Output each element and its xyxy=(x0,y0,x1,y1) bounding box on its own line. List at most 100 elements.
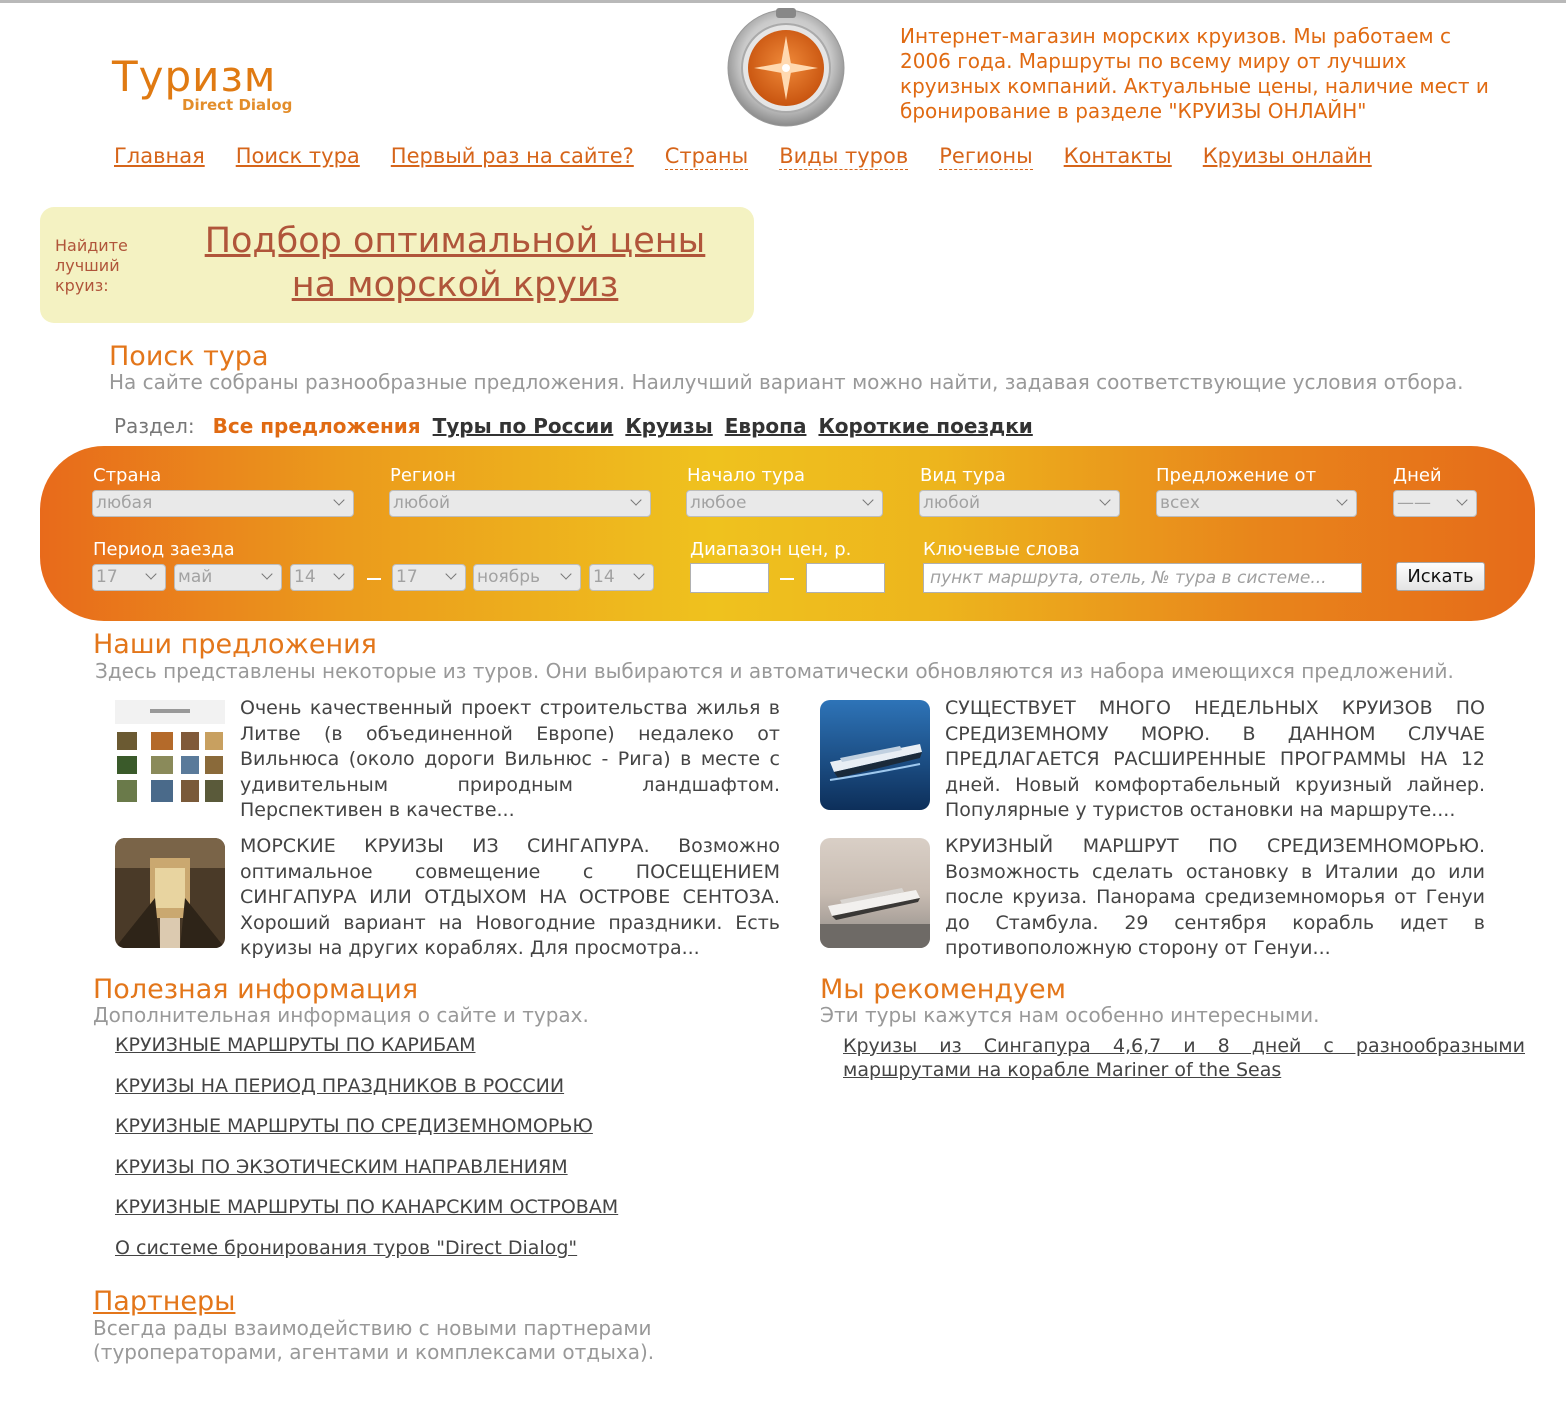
nav-tour-types[interactable]: Виды туров xyxy=(779,144,909,170)
partners-title[interactable]: Партнеры xyxy=(93,1286,235,1317)
main-nav: Главная Поиск тура Первый раз на сайте? … xyxy=(114,144,1403,170)
days-select[interactable]: —— xyxy=(1393,490,1477,517)
chevron-down-icon xyxy=(261,568,273,580)
top-border xyxy=(0,0,1566,3)
chevron-down-icon xyxy=(333,494,345,506)
search-section-title: Поиск тура xyxy=(109,341,269,372)
chevron-down-icon xyxy=(633,568,645,580)
nav-cruises-online[interactable]: Круизы онлайн xyxy=(1203,144,1372,170)
tour-type-value: любой xyxy=(923,493,981,513)
nav-tour-search[interactable]: Поиск тура xyxy=(236,144,360,170)
country-select[interactable]: любая xyxy=(92,490,354,517)
link-canary-cruises[interactable]: КРУИЗНЫЕ МАРШРУТЫ ПО КАНАРСКИМ ОСТРОВАМ xyxy=(115,1196,618,1218)
period-to-day-select[interactable]: 17 xyxy=(392,564,466,591)
days-label: Дней xyxy=(1393,465,1442,486)
keywords-label: Ключевые слова xyxy=(923,539,1080,560)
link-caribbean-cruises[interactable]: КРУИЗНЫЕ МАРШРУТЫ ПО КАРИБАМ xyxy=(115,1034,476,1056)
partners-subtitle-line2: (туроператорами, агентами и комплексами … xyxy=(93,1340,655,1364)
tour-type-label: Вид тура xyxy=(920,465,1006,486)
keywords-input[interactable]: пункт маршрута, отель, № тура в системе.… xyxy=(923,563,1362,593)
recommend-subtitle: Эти туры кажутся нам особенно интересным… xyxy=(820,1003,1320,1027)
period-dash xyxy=(367,578,381,580)
offer-thumbnail xyxy=(115,700,225,810)
chevron-down-icon xyxy=(1336,494,1348,506)
offers-section-subtitle: Здесь представлены некоторые из туров. О… xyxy=(95,659,1454,683)
period-from-month-select[interactable]: май xyxy=(174,564,282,591)
days-value: —— xyxy=(1397,493,1431,513)
logo-title: Туризм xyxy=(112,52,277,101)
nav-first-time[interactable]: Первый раз на сайте? xyxy=(391,144,634,170)
chevron-down-icon xyxy=(862,494,874,506)
tabs-label: Раздел: xyxy=(114,414,195,438)
search-button[interactable]: Искать xyxy=(1396,562,1485,591)
tab-cruises[interactable]: Круизы xyxy=(625,414,712,438)
tour-start-label: Начало тура xyxy=(687,465,806,486)
tab-russia-tours[interactable]: Туры по России xyxy=(433,414,614,438)
country-value: любая xyxy=(96,493,153,513)
offer-description: МОРСКИЕ КРУИЗЫ ИЗ СИНГАПУРА. Возможно оп… xyxy=(240,835,780,959)
offer-from-select[interactable]: всех xyxy=(1156,490,1357,517)
offers-section-title: Наши предложения xyxy=(93,629,377,660)
recommend-title: Мы рекомендуем xyxy=(820,974,1067,1005)
tab-europe[interactable]: Европа xyxy=(725,414,807,438)
price-dash xyxy=(780,578,794,580)
chevron-down-icon xyxy=(145,568,157,580)
chevron-down-icon xyxy=(630,494,642,506)
chevron-down-icon xyxy=(333,568,345,580)
cruise-ship-image xyxy=(820,838,930,948)
country-label: Страна xyxy=(93,465,162,486)
period-to-day-value: 17 xyxy=(396,567,418,587)
logo-subtitle: Direct Dialog xyxy=(182,96,293,114)
offer-description: КРУИЗНЫЙ МАРШРУТ ПО СРЕДИЗЕМНОМОРЬЮ. Воз… xyxy=(945,835,1485,959)
chevron-down-icon xyxy=(445,568,457,580)
useful-info-subtitle: Дополнительная информация о сайте и тура… xyxy=(93,1003,589,1027)
period-label: Период заезда xyxy=(93,539,235,560)
offer-description: СУЩЕСТВУЕТ МНОГО НЕДЕЛЬНЫХ КРУИЗОВ ПО СР… xyxy=(945,697,1485,821)
period-from-month-value: май xyxy=(178,567,213,587)
section-tabs: Раздел: Все предложения Туры по России К… xyxy=(114,414,1045,438)
promo-label: Найдите лучший круиз: xyxy=(55,236,128,295)
period-to-year-value: 14 xyxy=(593,567,615,587)
tab-all-offers[interactable]: Все предложения xyxy=(213,414,421,438)
nav-home[interactable]: Главная xyxy=(114,144,205,170)
chevron-down-icon xyxy=(1456,494,1468,506)
period-from-year-select[interactable]: 14 xyxy=(290,564,354,591)
region-value: любой xyxy=(393,493,451,513)
nav-contacts[interactable]: Контакты xyxy=(1064,144,1172,170)
compass-icon xyxy=(727,8,845,127)
promo-box: Найдите лучший круиз: Подбор оптимальной… xyxy=(40,207,754,323)
useful-info-title: Полезная информация xyxy=(93,974,419,1005)
link-holiday-cruises-russia[interactable]: КРУИЗЫ НА ПЕРИОД ПРАЗДНИКОВ В РОССИИ xyxy=(115,1075,564,1097)
promo-link-line1: Подбор оптимальной цены xyxy=(204,221,706,261)
header-description: Интернет-магазин морских круизов. Мы раб… xyxy=(900,24,1489,123)
link-exotic-cruises[interactable]: КРУИЗЫ ПО ЭКЗОТИЧЕСКИМ НАПРАВЛЕНИЯМ xyxy=(115,1156,568,1178)
offer-description: Очень качественный проект строительства … xyxy=(240,697,780,821)
nav-countries[interactable]: Страны xyxy=(664,144,749,170)
region-label: Регион xyxy=(390,465,456,486)
offer-from-value: всех xyxy=(1160,493,1200,513)
offer-from-label: Предложение от xyxy=(1156,465,1317,486)
period-to-year-select[interactable]: 14 xyxy=(589,564,654,591)
tour-type-select[interactable]: любой xyxy=(919,490,1120,517)
period-from-year-value: 14 xyxy=(294,567,316,587)
nav-regions[interactable]: Регионы xyxy=(939,144,1033,170)
period-from-day-select[interactable]: 17 xyxy=(92,564,166,591)
tab-short-trips[interactable]: Короткие поездки xyxy=(818,414,1032,438)
promo-cruise-price-link[interactable]: Подбор оптимальной цены на морской круиз xyxy=(200,219,710,307)
region-select[interactable]: любой xyxy=(389,490,651,517)
tour-start-value: любое xyxy=(690,493,747,513)
partners-subtitle-line1: Всегда рады взаимодействию с новыми парт… xyxy=(93,1316,652,1340)
link-mediterranean-routes[interactable]: КРУИЗНЫЕ МАРШРУТЫ ПО СРЕДИЗЕМНОМОРЬЮ xyxy=(115,1115,593,1137)
search-section-subtitle: На сайте собраны разнообразные предложен… xyxy=(109,370,1464,394)
tour-start-select[interactable]: любое xyxy=(686,490,883,517)
price-to-input[interactable] xyxy=(806,563,885,593)
price-range-label: Диапазон цен, р. xyxy=(690,539,852,560)
promo-link-line2: на морской круиз xyxy=(291,265,619,305)
period-to-month-select[interactable]: ноябрь xyxy=(473,564,581,591)
period-from-day-value: 17 xyxy=(96,567,118,587)
period-to-month-value: ноябрь xyxy=(477,567,541,587)
price-from-input[interactable] xyxy=(690,563,769,593)
link-singapore-mariner[interactable]: Круизы из Сингапура 4,6,7 и 8 дней с раз… xyxy=(843,1034,1525,1082)
link-booking-system[interactable]: О системе бронирования туров "Direct Dia… xyxy=(115,1237,577,1259)
site-logo[interactable]: Туризм Direct Dialog xyxy=(112,54,312,124)
